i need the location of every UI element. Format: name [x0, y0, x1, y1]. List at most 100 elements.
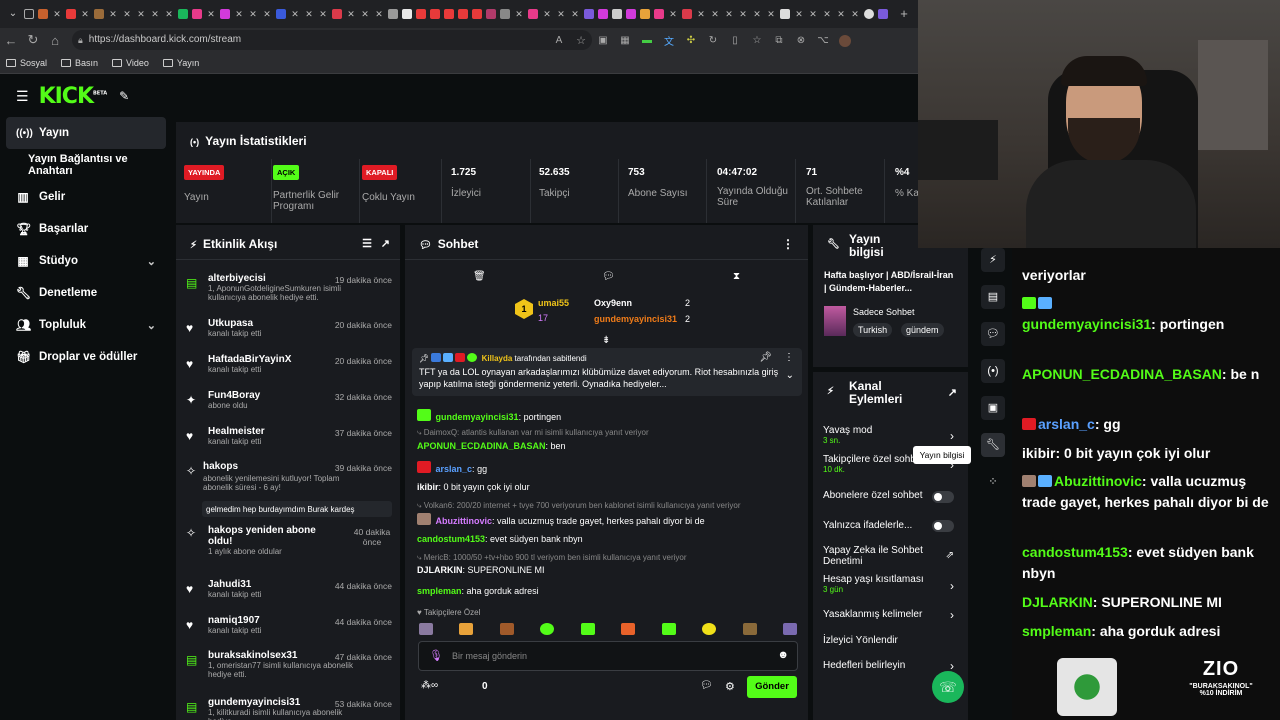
action-slow-mode[interactable]: Yavaş mod 3 sn. — [823, 425, 963, 445]
tab-close-icon[interactable]: ✕ — [836, 9, 846, 19]
chat-settings-bubble-icon[interactable]: 💬︎ — [700, 680, 713, 691]
sidebar-item-droplar[interactable]: 🎁︎ Droplar ve ödüller — [0, 341, 172, 373]
extension-icon[interactable]: ▬ — [636, 35, 658, 46]
emote-icon[interactable] — [419, 623, 433, 635]
tab-favicon[interactable] — [430, 9, 440, 19]
tab-favicon[interactable] — [864, 9, 874, 19]
tab-favicon[interactable] — [682, 9, 692, 19]
tab-close-icon[interactable]: ✕ — [822, 9, 832, 19]
sidebar-item-gelir[interactable]: ▥ Gelir — [0, 181, 172, 213]
sidebar-item-yayin[interactable]: ((•)) Yayın — [6, 117, 166, 149]
refresh-extension-icon[interactable]: ↻ — [702, 35, 724, 46]
tab-favicon[interactable] — [276, 9, 286, 19]
popout-icon[interactable]: ↗ — [948, 386, 957, 399]
stream-tag[interactable]: gündem — [901, 323, 944, 337]
document-icon[interactable]: ▤ — [981, 285, 1005, 309]
chevron-right-icon[interactable]: › — [950, 579, 954, 593]
category-thumbnail[interactable] — [824, 306, 846, 336]
chevron-right-icon[interactable]: › — [950, 608, 954, 622]
tab-close-icon[interactable]: ✕ — [122, 9, 132, 19]
stream-category[interactable]: Sadece Sohbet — [853, 307, 915, 317]
sidebar-item-denetleme[interactable]: 🔧︎ Denetleme — [0, 277, 172, 309]
extension-icon[interactable]: ⌥ — [812, 35, 834, 46]
tab-close-icon[interactable]: ✕ — [206, 9, 216, 19]
chat-username[interactable]: Abuzittinovic — [436, 516, 493, 526]
mic-icon[interactable]: 🎙︎ — [429, 649, 443, 662]
trash-icon[interactable]: 🗑︎ — [473, 271, 486, 282]
emote-icon[interactable] — [742, 623, 757, 635]
tab-favicon[interactable] — [38, 9, 48, 19]
extension-icon[interactable]: ✣ — [680, 35, 702, 46]
activity-user[interactable]: Jahudi31 — [208, 579, 261, 590]
back-icon[interactable]: ← — [0, 33, 22, 48]
reload-icon[interactable]: ↻ — [22, 32, 44, 48]
emote-icon[interactable] — [621, 623, 636, 635]
chat-username[interactable]: arslan_c — [436, 464, 473, 474]
sidebar-item-studyo[interactable]: ▦ Stüdyo ⌄ — [0, 245, 172, 277]
leaderboard-name[interactable]: gundemyayincisi31 — [594, 314, 677, 324]
tab-close-icon[interactable]: ✕ — [696, 9, 706, 19]
favorites-icon[interactable]: ☆ — [746, 35, 768, 46]
chat-bubble-icon[interactable]: 💬︎ — [602, 271, 615, 282]
tab-favicon[interactable] — [500, 9, 510, 19]
bookmark-folder[interactable]: Sosyal — [6, 58, 47, 68]
chat-username[interactable]: candostum4153 — [417, 534, 485, 544]
chat-username[interactable]: APONUN_ECDADINA_BASAN — [417, 441, 546, 451]
sidebar-item-basarilar[interactable]: 🏆︎ Başarılar — [0, 213, 172, 245]
activity-user[interactable]: HaftadaBirYayinX — [208, 354, 291, 365]
sidebar-item-stream-key[interactable]: Yayın Bağlantısı ve Anahtarı — [0, 149, 172, 181]
tab-favicon[interactable] — [444, 9, 454, 19]
tab-favicon[interactable] — [640, 9, 650, 19]
tab-close-icon[interactable]: ✕ — [570, 9, 580, 19]
gear-icon[interactable]: ⚙ — [725, 680, 735, 693]
emoji-icon[interactable]: ☻ — [777, 649, 789, 661]
chat-username[interactable]: DJLARKIN — [417, 565, 463, 575]
activity-user[interactable]: namiq1907 — [208, 615, 261, 626]
tab-close-icon[interactable]: ✕ — [556, 9, 566, 19]
chat-bubble-icon[interactable]: 💬︎ — [981, 322, 1005, 346]
home-icon[interactable]: ⌂ — [44, 33, 66, 48]
channel-points-icon[interactable]: ⁂∞ — [421, 680, 438, 691]
activity-user[interactable]: Fun4Boray — [208, 390, 260, 401]
emote-only-toggle[interactable] — [932, 520, 954, 532]
tab-close-icon[interactable]: ✕ — [108, 9, 118, 19]
tab-favicon[interactable] — [598, 9, 608, 19]
workspace-icon[interactable] — [24, 9, 34, 19]
bookmark-folder[interactable]: Yayın — [162, 58, 199, 68]
tab-close-icon[interactable]: ✕ — [164, 9, 174, 19]
hamburger-menu-icon[interactable]: ☰ — [16, 88, 29, 105]
tab-favicon[interactable] — [486, 9, 496, 19]
support-button[interactable]: ☏ — [932, 671, 964, 703]
tab-close-icon[interactable]: ✕ — [374, 9, 384, 19]
tab-favicon[interactable] — [402, 9, 412, 19]
chevron-down-icon[interactable]: ⌄ — [786, 370, 794, 381]
tab-favicon[interactable] — [472, 9, 482, 19]
tab-favicon[interactable] — [584, 9, 594, 19]
tab-close-icon[interactable]: ✕ — [514, 9, 524, 19]
tab-close-icon[interactable]: ✕ — [318, 9, 328, 19]
profile-avatar-icon[interactable] — [834, 33, 856, 48]
tab-favicon[interactable] — [878, 9, 888, 19]
tab-favicon[interactable] — [612, 9, 622, 19]
tab-close-icon[interactable]: ✕ — [794, 9, 804, 19]
emote-icon[interactable] — [459, 623, 474, 635]
tab-close-icon[interactable]: ✕ — [234, 9, 244, 19]
external-link-icon[interactable]: ⇗ — [946, 550, 954, 561]
tab-favicon[interactable] — [528, 9, 538, 19]
chat-username[interactable]: ikibir — [417, 482, 439, 492]
pinned-by-user[interactable]: Killayda — [482, 354, 513, 363]
tab-close-icon[interactable]: ✕ — [346, 9, 356, 19]
emote-icon[interactable] — [580, 623, 595, 635]
action-banned-words[interactable]: Yasaklanmış kelimeler — [823, 609, 963, 620]
send-button[interactable]: Gönder — [747, 676, 797, 698]
chat-username[interactable]: smpleman — [417, 586, 462, 596]
chevron-down-icon[interactable]: ⌄ — [147, 255, 156, 268]
chat-input[interactable]: 🎙︎ Bir mesaj gönderin ☻ — [418, 641, 798, 671]
stream-tag[interactable]: Turkish — [853, 323, 893, 337]
broadcast-icon[interactable]: (•) — [981, 359, 1005, 383]
layout-icon[interactable]: ▣ — [981, 396, 1005, 420]
tab-close-icon[interactable]: ✕ — [52, 9, 62, 19]
action-set-goals[interactable]: Hedefleri belirleyin — [823, 660, 963, 671]
tab-close-icon[interactable]: ✕ — [262, 9, 272, 19]
emote-icon[interactable] — [499, 623, 514, 635]
